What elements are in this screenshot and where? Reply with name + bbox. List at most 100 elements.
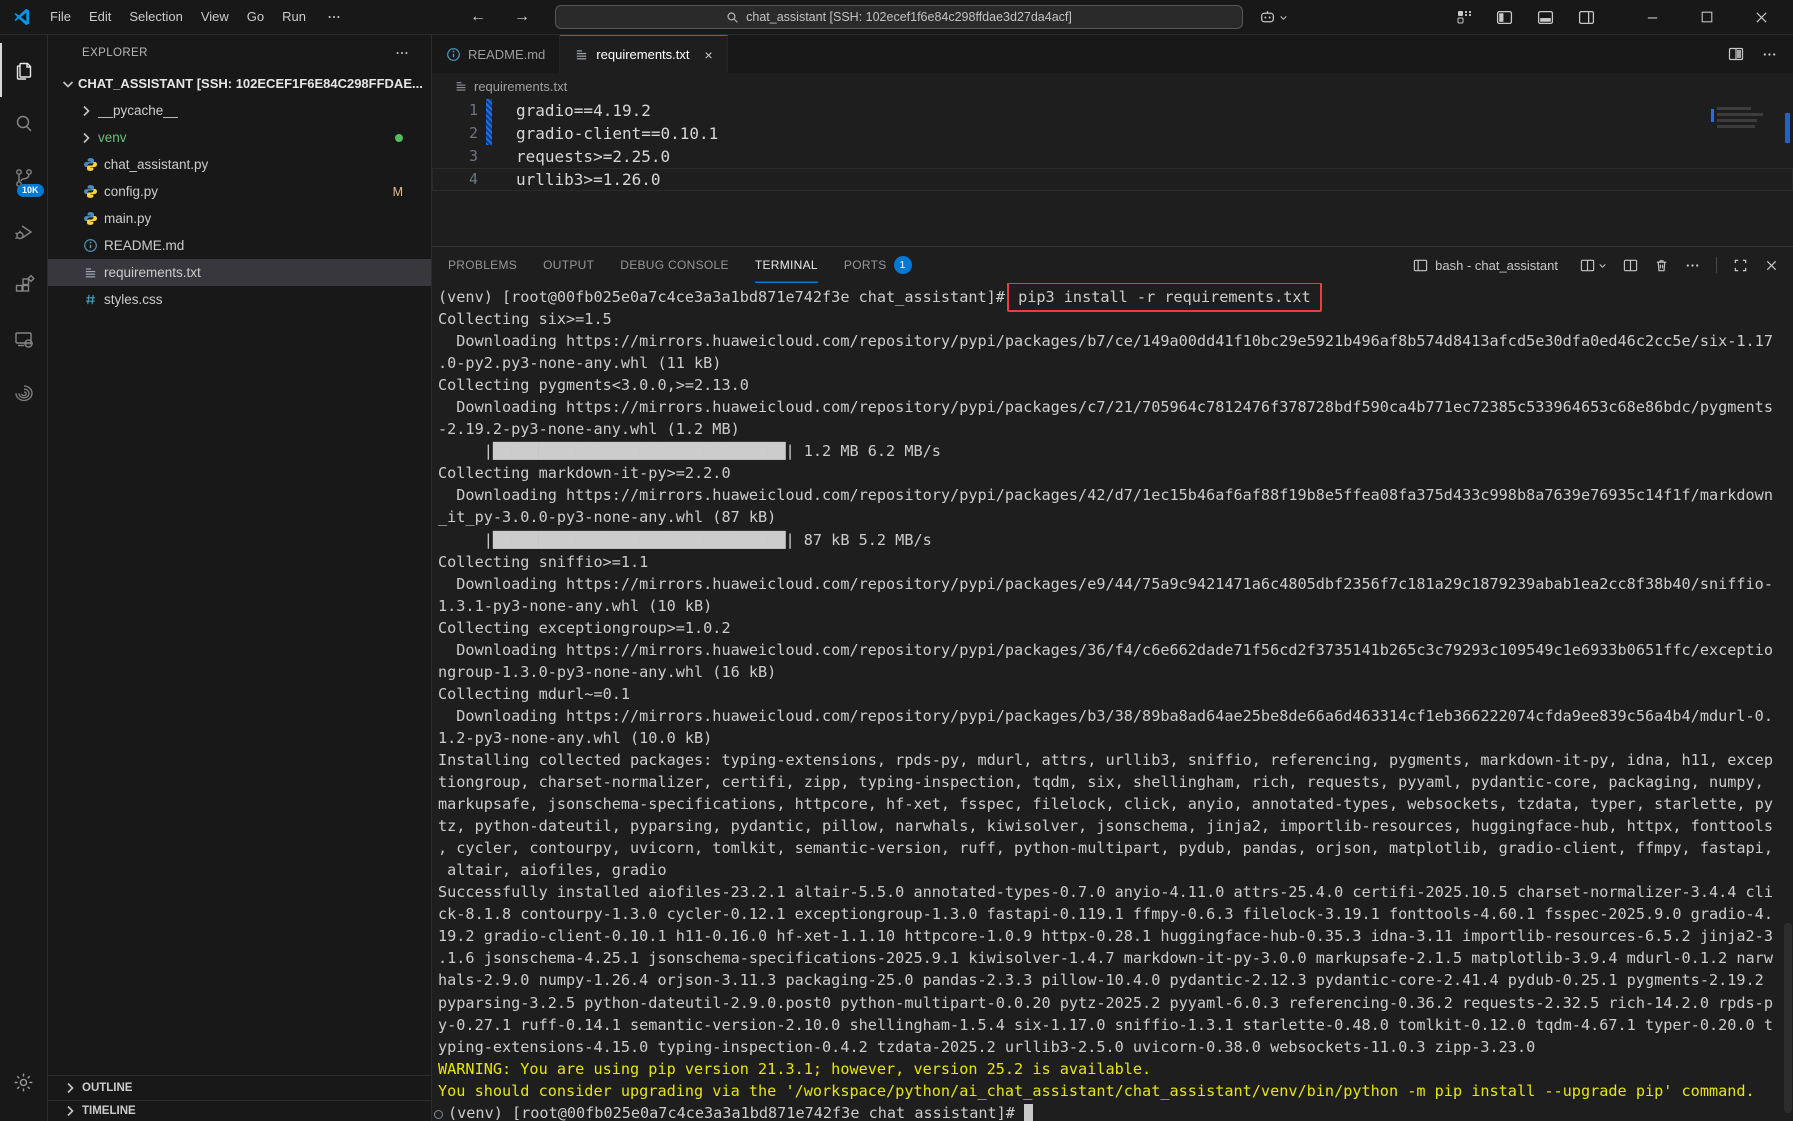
terminal-line: Downloading https://mirrors.huaweicloud.… <box>438 706 1773 725</box>
maximize-icon[interactable] <box>1700 10 1714 24</box>
vscode-logo-icon <box>13 8 31 26</box>
toggle-panel-icon[interactable] <box>1537 9 1554 26</box>
terminal-line: hals-2.9.0 numpy-1.26.4 orjson-3.11.3 pa… <box>438 971 1773 990</box>
terminal-line: Installing collected packages: typing-ex… <box>438 750 1773 769</box>
tree-item-requirements-txt[interactable]: requirements.txt <box>48 259 431 286</box>
split-terminal-icon[interactable] <box>1623 258 1638 273</box>
code-line: 4 urllib3>=1.26.0 <box>432 168 1793 191</box>
terminal-line: tiongroup, charset-normalizer, certifi, … <box>438 773 1773 792</box>
launch-profile-icon[interactable] <box>1580 258 1607 273</box>
terminal-line: y-0.27.1 ruff-0.14.1 semantic-version-2.… <box>438 1015 1773 1034</box>
panel-tab-ports[interactable]: PORTS 1 <box>844 247 912 283</box>
line-number: 3 <box>468 147 478 165</box>
copilot-button[interactable] <box>1259 9 1288 26</box>
file-name: venv <box>98 130 127 145</box>
gutter-modified-marker <box>486 122 492 145</box>
breadcrumb[interactable]: requirements.txt <box>432 73 1793 99</box>
close-tab-icon[interactable]: × <box>705 47 713 63</box>
terminal-line: tz, python-dateutil, pyparsing, pydantic… <box>438 817 1773 836</box>
menu-file[interactable]: File <box>41 5 80 29</box>
tree-item--pycache-[interactable]: __pycache__ <box>48 97 431 124</box>
tree-root-item[interactable]: CHAT_ASSISTANT [SSH: 102ECEF1F6E84C298FF… <box>48 70 431 97</box>
menu-view[interactable]: View <box>192 5 238 29</box>
minimap[interactable] <box>1711 107 1769 131</box>
line-number: 2 <box>468 124 478 142</box>
kill-terminal-icon[interactable] <box>1654 258 1669 273</box>
file-list-icon <box>454 79 468 93</box>
panel-tab-problems[interactable]: PROBLEMS <box>448 247 517 283</box>
menu-run[interactable]: Run <box>273 5 315 29</box>
editor-more-icon[interactable] <box>1762 47 1777 62</box>
tree-item-styles-css[interactable]: styles.css <box>48 286 431 313</box>
editor-tab-bar: README.md requirements.txt × <box>432 35 1793 73</box>
panel-actions: bash - chat_assistant <box>1413 257 1779 273</box>
explorer-more-icon[interactable] <box>395 46 409 60</box>
command-decoration-icon <box>434 1109 443 1119</box>
tab-requirements-txt[interactable]: requirements.txt × <box>560 35 728 73</box>
tab-readme-md[interactable]: README.md <box>432 35 561 73</box>
customize-layout-icon[interactable] <box>1456 9 1472 25</box>
panel-tab-debug-console[interactable]: DEBUG CONSOLE <box>620 247 729 283</box>
tree-item-readme-md[interactable]: README.md <box>48 232 431 259</box>
menu-bar: File Edit Selection View Go Run <box>41 5 315 29</box>
terminal-output: (venv) [root@00fb025e0a7c4ce3a3a1bd871e7… <box>434 283 1793 1121</box>
run-debug-icon[interactable] <box>0 205 48 259</box>
cloud-extension-icon[interactable] <box>0 367 48 421</box>
scm-count-badge: 10K <box>16 184 44 197</box>
close-window-icon[interactable] <box>1754 10 1769 25</box>
back-arrow-icon[interactable]: ← <box>467 8 489 26</box>
tree-item-venv[interactable]: venv <box>48 124 431 151</box>
panel-more-icon[interactable] <box>1685 258 1700 273</box>
forward-arrow-icon[interactable]: → <box>511 8 533 26</box>
menu-more-icon[interactable] <box>319 10 349 24</box>
terminal[interactable]: (venv) [root@00fb025e0a7c4ce3a3a1bd871e7… <box>432 283 1793 1121</box>
extensions-icon[interactable] <box>0 259 48 313</box>
menu-selection[interactable]: Selection <box>120 5 191 29</box>
git-modified-badge: M <box>392 184 403 199</box>
toggle-primary-sidebar-icon[interactable] <box>1496 9 1513 26</box>
terminal-line: ngroup-1.3.0-py3-none-any.whl (16 kB) <box>438 662 777 681</box>
search-sidebar-icon[interactable] <box>0 97 48 151</box>
search-icon <box>726 11 739 24</box>
terminal-line: Successfully installed aiofiles-23.2.1 a… <box>438 883 1773 902</box>
remote-explorer-icon[interactable] <box>0 313 48 367</box>
panel-tab-terminal[interactable]: TERMINAL <box>755 247 818 283</box>
gutter <box>486 145 492 168</box>
explorer-icon[interactable] <box>0 43 48 97</box>
minimize-icon[interactable] <box>1645 10 1660 25</box>
panel-tab-output[interactable]: OUTPUT <box>543 247 594 283</box>
terminal-line: 1.3.1-py3-none-any.whl (10 kB) <box>438 596 713 615</box>
code-editor[interactable]: 1 gradio==4.19.2 2 gradio-client==0.10.1 3 re… <box>432 99 1793 246</box>
split-editor-icon[interactable] <box>1728 46 1744 62</box>
terminal-line: (venv) [root@00fb025e0a7c4ce3a3a1bd871e7… <box>434 1102 1793 1121</box>
terminal-instance[interactable]: bash - chat_assistant <box>1413 258 1558 273</box>
settings-gear-icon[interactable] <box>0 1055 48 1109</box>
annotated-command: pip3 install -r requirements.txt <box>1007 283 1322 312</box>
terminal-scrollbar[interactable] <box>1784 923 1792 1113</box>
sidebar-sections: OUTLINE TIMELINE <box>48 1075 431 1121</box>
code-line: 2 gradio-client==0.10.1 <box>432 122 1793 145</box>
code-text: gradio-client==0.10.1 <box>516 124 719 143</box>
menu-go[interactable]: Go <box>238 5 273 29</box>
toggle-secondary-sidebar-icon[interactable] <box>1578 9 1595 26</box>
tree-item-config-py[interactable]: config.py M <box>48 178 431 205</box>
close-panel-icon[interactable] <box>1764 258 1779 273</box>
source-control-icon[interactable]: 10K <box>0 151 48 205</box>
terminal-line: .1.6 jsonschema-4.25.1 jsonschema-specif… <box>438 949 1773 968</box>
terminal-line: -2.19.2-py3-none-any.whl (1.2 MB) <box>438 420 740 439</box>
menu-edit[interactable]: Edit <box>80 5 120 29</box>
panel-tab-label: OUTPUT <box>543 258 595 272</box>
terminal-line: _it_py-3.0.0-py3-none-any.whl (87 kB) <box>438 508 777 527</box>
file-name: chat_assistant.py <box>104 157 209 172</box>
maximize-panel-icon[interactable] <box>1733 258 1748 273</box>
section-outline[interactable]: OUTLINE <box>48 1075 431 1100</box>
list-file-icon <box>82 265 98 281</box>
code-line: 1 gradio==4.19.2 <box>432 99 1793 122</box>
ports-count-badge: 1 <box>893 256 912 274</box>
tree-item-main-py[interactable]: main.py <box>48 205 431 232</box>
tree-item-chat-assistant-py[interactable]: chat_assistant.py <box>48 151 431 178</box>
section-timeline[interactable]: TIMELINE <box>48 1100 431 1121</box>
code-line: 3 requests>=2.25.0 <box>432 145 1793 168</box>
command-center-search[interactable]: chat_assistant [SSH: 102ecef1f6e84c298ff… <box>555 5 1243 29</box>
terminal-line: (venv) [root@00fb025e0a7c4ce3a3a1bd871e7… <box>438 283 1793 312</box>
